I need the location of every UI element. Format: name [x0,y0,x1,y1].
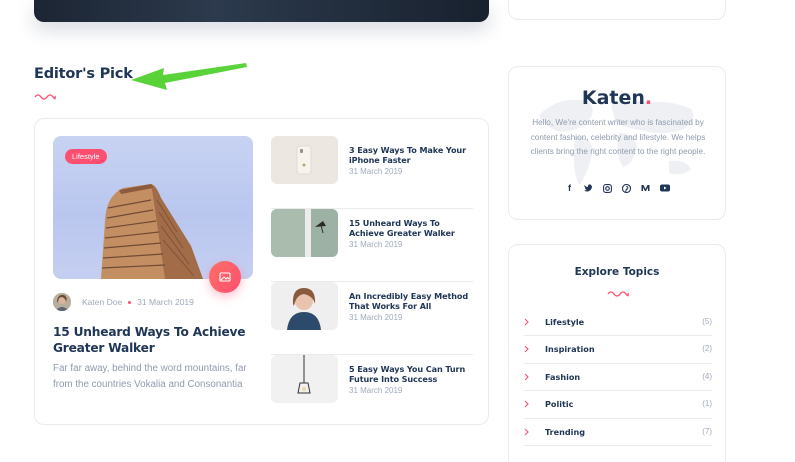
explore-topics-widget: Explore Topics Lifestyle (5) Inspiration… [508,244,726,462]
post-date: 31 March 2019 [349,313,403,322]
post-list: 3 Easy Ways To Make Your iPhone Faster 3… [271,136,473,428]
topic-item[interactable]: Trending (7) [524,419,712,446]
featured-post-excerpt: Far far away, behind the word mountains,… [53,363,247,390]
section-title: Editor's Pick [34,66,133,82]
chevron-right-icon [524,318,529,326]
topic-item[interactable]: Lifestyle (5) [524,309,712,337]
arrow-pointer-icon [131,63,247,90]
featured-post-title[interactable]: 15 Unheard Ways To Achieve Greater Walke… [53,324,253,356]
list-item: 15 Unheard Ways To Achieve Greater Walke… [271,209,473,282]
topic-item[interactable]: Fashion (4) [524,364,712,392]
topic-name[interactable]: Fashion [545,372,580,382]
topic-name[interactable]: Trending [545,427,585,437]
about-text: Hello, We're content writer who is fasci… [530,118,706,156]
youtube-icon[interactable] [659,183,670,193]
topic-count: (5) [702,317,712,326]
post-date: 31 March 2019 [349,240,403,249]
topic-name[interactable]: Politic [545,399,573,409]
topic-name[interactable]: Inspiration [545,344,595,354]
post-date: 31 March 2019 [349,167,403,176]
previous-post-image[interactable] [34,0,489,22]
chevron-right-icon [524,346,529,353]
topic-list: Lifestyle (5) Inspiration (2) Fashion (4… [524,309,712,446]
topic-count: (7) [702,426,712,436]
pinterest-icon[interactable] [622,183,632,193]
about-widget: Katen. Hello, We're content writer who i… [508,66,726,220]
post-meta: Katen Doe 31 March 2019 [53,293,194,311]
topic-item[interactable]: Inspiration (2) [524,336,712,364]
topic-name[interactable]: Lifestyle [545,317,584,327]
image-icon [209,261,241,293]
twitter-icon[interactable] [584,183,594,193]
list-item: 5 Easy Ways You Can Turn Future Into Suc… [271,355,473,428]
site-logo[interactable]: Katen. [509,87,725,109]
post-date: 31 March 2019 [137,297,194,307]
medium-icon[interactable] [641,183,651,193]
post-thumbnail[interactable] [271,282,338,330]
post-thumbnail[interactable] [271,209,338,257]
section-squiggle-icon [607,291,629,297]
post-title[interactable]: 15 Unheard Ways To Achieve Greater Walke… [349,218,473,238]
post-title[interactable]: 5 Easy Ways You Can Turn Future Into Suc… [349,364,473,384]
avatar[interactable] [53,293,71,311]
post-thumbnail[interactable] [271,355,338,403]
widget-title: Explore Topics [574,266,660,278]
topic-count: (4) [702,371,712,381]
social-icons: f [509,183,725,193]
topic-count: (2) [702,344,712,354]
editors-pick-card: Lifestyle Katen Doe 31 March 2019 15 Unh… [34,118,489,425]
topic-item[interactable]: Politic (1) [524,391,712,419]
topic-count: (1) [702,399,712,409]
author-name[interactable]: Katen Doe [82,297,122,307]
list-item: 3 Easy Ways To Make Your iPhone Faster 3… [271,136,473,209]
category-badge[interactable]: Lifestyle [65,149,107,164]
featured-post-thumbnail[interactable]: Lifestyle [53,136,253,279]
post-thumbnail[interactable] [271,136,338,184]
meta-separator [128,300,132,304]
chevron-right-icon [524,400,529,408]
post-title[interactable]: An Incredibly Easy Method That Works For… [349,291,473,311]
previous-widget [508,0,726,20]
chevron-right-icon [524,428,529,435]
post-title[interactable]: 3 Easy Ways To Make Your iPhone Faster [349,145,473,165]
instagram-icon[interactable] [603,183,613,193]
facebook-icon[interactable]: f [565,183,575,193]
post-date: 31 March 2019 [349,386,403,395]
section-squiggle-icon [34,94,56,100]
chevron-right-icon [524,373,529,381]
logo-text: Katen [581,87,645,109]
logo-dot: . [644,87,653,109]
list-item: An Incredibly Easy Method That Works For… [271,282,473,355]
